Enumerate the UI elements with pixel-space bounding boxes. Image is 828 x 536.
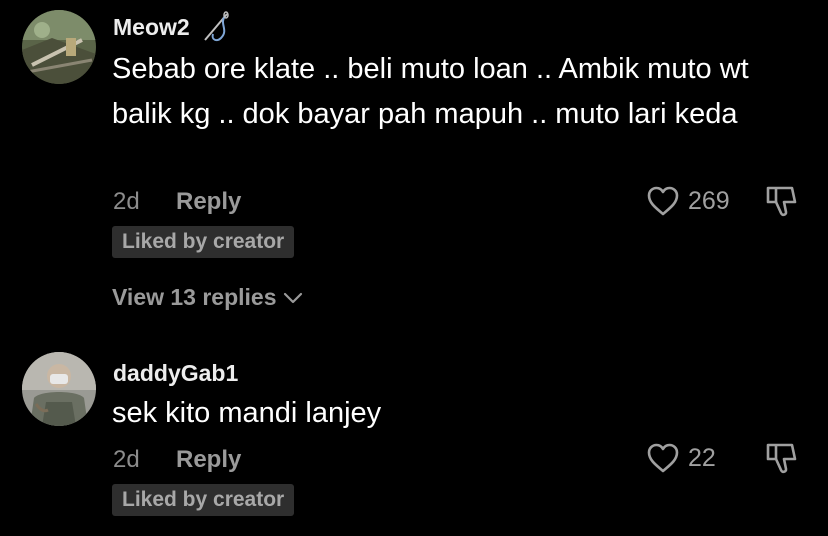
comment-time: 2d [113, 188, 140, 215]
view-replies-button[interactable]: View 13 replies [112, 284, 305, 311]
liked-by-creator-badge: Liked by creator [112, 226, 295, 258]
like-count: 269 [688, 186, 730, 215]
reply-button[interactable]: Reply [176, 188, 241, 216]
like-button[interactable]: 22 [646, 441, 716, 475]
view-replies-label: View 13 replies [112, 284, 277, 310]
username[interactable]: daddyGab1 [113, 360, 238, 387]
comment-item: Meow2 Sebab ore klate .. beli muto loan … [0, 0, 828, 330]
like-count: 22 [688, 443, 716, 472]
comment-text: Sebab ore klate .. beli muto loan .. Amb… [112, 53, 749, 130]
chevron-down-icon [283, 292, 302, 303]
like-button[interactable]: 269 [646, 184, 730, 218]
comment-text: sek kito mandi lanjey [112, 397, 382, 429]
reply-button[interactable]: Reply [176, 446, 241, 474]
liked-by-creator-badge: Liked by creator [112, 484, 295, 516]
avatar[interactable] [22, 352, 96, 426]
thumbs-down-icon[interactable] [764, 441, 798, 475]
heart-icon [647, 443, 679, 473]
comment-item: daddyGab1 sek kito mandi lanjey 2d Reply… [0, 340, 828, 536]
thumbs-down-icon[interactable] [764, 184, 798, 218]
avatar[interactable] [22, 10, 96, 84]
needle-thread-icon [199, 10, 233, 49]
username[interactable]: Meow2 [113, 14, 190, 41]
heart-icon [647, 186, 679, 216]
comment-time: 2d [113, 446, 140, 473]
